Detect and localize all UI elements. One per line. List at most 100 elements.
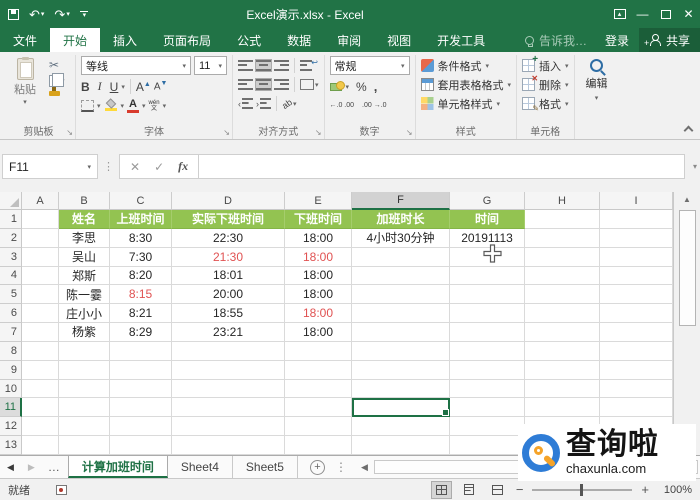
- col-header-E[interactable]: E: [285, 192, 352, 210]
- tab-页面布局[interactable]: 页面布局: [150, 28, 224, 52]
- cell-A2[interactable]: [22, 228, 59, 248]
- increase-decimal-icon[interactable]: ←.0 .00: [330, 102, 355, 109]
- cell-A1[interactable]: [22, 210, 59, 229]
- col-header-A[interactable]: A: [22, 192, 59, 210]
- increase-indent-icon[interactable]: ›: [256, 98, 271, 109]
- number-dialog-launcher-icon[interactable]: ↘: [406, 128, 413, 137]
- expand-formula-bar-icon[interactable]: ▾: [693, 162, 697, 171]
- cell-B10[interactable]: [59, 379, 110, 399]
- font-color-icon[interactable]: A: [127, 98, 140, 113]
- sheet-tab-Sheet5[interactable]: Sheet5: [233, 456, 298, 478]
- cell-B1[interactable]: 姓名: [59, 210, 110, 229]
- macro-record-icon[interactable]: [56, 484, 67, 495]
- styles-item-0[interactable]: 条件格式 ▾: [420, 56, 512, 75]
- zoom-slider[interactable]: [532, 483, 633, 496]
- cell-H6[interactable]: [525, 304, 600, 324]
- cell-E9[interactable]: [285, 360, 352, 380]
- normal-view-icon[interactable]: [430, 480, 452, 499]
- styles-item-1[interactable]: 套用表格格式 ▾: [420, 75, 511, 94]
- decrease-decimal-icon[interactable]: .00 →.0: [362, 102, 387, 109]
- cell-C13[interactable]: [110, 436, 172, 455]
- cell-B2[interactable]: 李思: [59, 228, 110, 248]
- cell-I3[interactable]: [600, 247, 673, 267]
- copy-icon[interactable]: [49, 73, 64, 87]
- cell-I7[interactable]: [600, 323, 673, 342]
- cell-C4[interactable]: 8:20: [110, 266, 172, 286]
- cell-G4[interactable]: [450, 266, 525, 286]
- percent-style-icon[interactable]: %: [356, 80, 367, 94]
- accounting-format-icon[interactable]: ▾: [329, 80, 349, 93]
- format-painter-icon[interactable]: [49, 87, 60, 96]
- align-right-icon[interactable]: [274, 79, 289, 90]
- comma-style-icon[interactable]: ,: [374, 79, 378, 94]
- row-header-8[interactable]: 8: [0, 341, 22, 361]
- cell-A7[interactable]: [22, 323, 59, 342]
- cell-I6[interactable]: [600, 304, 673, 324]
- tab-审阅[interactable]: 审阅: [324, 28, 374, 52]
- cell-E7[interactable]: 18:00: [285, 323, 352, 342]
- cell-E1[interactable]: 下班时间: [285, 210, 352, 229]
- decrease-indent-icon[interactable]: ‹: [238, 98, 253, 109]
- tab-公式[interactable]: 公式: [224, 28, 274, 52]
- cell-C6[interactable]: 8:21: [110, 304, 172, 324]
- tab-file[interactable]: 文件: [0, 28, 50, 52]
- row-header-7[interactable]: 7: [0, 323, 22, 342]
- italic-button[interactable]: I: [98, 79, 102, 94]
- row-header-9[interactable]: 9: [0, 360, 22, 380]
- col-header-I[interactable]: I: [600, 192, 673, 210]
- cell-C1[interactable]: 上班时间: [110, 210, 172, 229]
- editing-group[interactable]: 编辑 ▾: [575, 55, 619, 139]
- undo-dropdown-icon[interactable]: ▾: [41, 11, 45, 18]
- formula-bar-splitter[interactable]: ⋮: [98, 160, 119, 173]
- orientation-icon[interactable]: ab ▾: [280, 97, 296, 111]
- cell-B3[interactable]: 吴山: [59, 247, 110, 267]
- row-header-2[interactable]: 2: [0, 228, 22, 248]
- cell-B8[interactable]: [59, 341, 110, 361]
- cell-A8[interactable]: [22, 341, 59, 361]
- cell-E10[interactable]: [285, 379, 352, 399]
- tab-开发工具[interactable]: 开发工具: [424, 28, 498, 52]
- name-box-dropdown-icon[interactable]: ▾: [87, 163, 91, 171]
- cell-B9[interactable]: [59, 360, 110, 380]
- cell-H3[interactable]: [525, 247, 600, 267]
- cell-A10[interactable]: [22, 379, 59, 399]
- tab-插入[interactable]: 插入: [100, 28, 150, 52]
- cell-E4[interactable]: 18:00: [285, 266, 352, 286]
- cell-F12[interactable]: [352, 417, 450, 437]
- undo-icon[interactable]: ↶ ▾: [29, 8, 44, 21]
- bold-button[interactable]: B: [81, 80, 90, 94]
- row-header-4[interactable]: 4: [0, 266, 22, 286]
- cell-C8[interactable]: [110, 341, 172, 361]
- close-button[interactable]: ✕: [677, 0, 700, 28]
- vertical-scrollbar-thumb[interactable]: [678, 210, 696, 326]
- insert-function-icon[interactable]: fx: [178, 159, 188, 174]
- cell-B11[interactable]: [59, 398, 110, 418]
- cell-B13[interactable]: [59, 436, 110, 455]
- cell-A13[interactable]: [22, 436, 59, 455]
- borders-icon[interactable]: [81, 99, 94, 112]
- cell-D8[interactable]: [172, 341, 285, 361]
- cell-E8[interactable]: [285, 341, 352, 361]
- cell-G1[interactable]: 时间: [450, 210, 525, 229]
- sheet-tab-Sheet4[interactable]: Sheet4: [168, 456, 233, 478]
- tell-me-box[interactable]: 告诉我…: [517, 28, 595, 52]
- cell-D10[interactable]: [172, 379, 285, 399]
- redo-icon[interactable]: ↷ ▾: [54, 8, 69, 21]
- vertical-scrollbar[interactable]: ▲ ▼: [673, 192, 700, 455]
- cell-I9[interactable]: [600, 360, 673, 380]
- cell-I11[interactable]: [600, 398, 673, 418]
- bottom-align-icon[interactable]: [274, 60, 289, 71]
- font-name-select[interactable]: 等线 ▾: [81, 56, 191, 75]
- col-header-D[interactable]: D: [172, 192, 285, 210]
- wrap-text-icon[interactable]: ↩: [300, 58, 318, 71]
- cell-F9[interactable]: [352, 360, 450, 380]
- row-header-13[interactable]: 13: [0, 436, 22, 455]
- cell-A5[interactable]: [22, 285, 59, 305]
- col-header-B[interactable]: B: [59, 192, 110, 210]
- cell-H1[interactable]: [525, 210, 600, 229]
- underline-button[interactable]: U: [110, 80, 119, 94]
- cell-H4[interactable]: [525, 266, 600, 286]
- row-header-3[interactable]: 3: [0, 247, 22, 267]
- collapse-ribbon-icon[interactable]: [683, 125, 694, 136]
- row-header-11[interactable]: 11: [0, 398, 22, 418]
